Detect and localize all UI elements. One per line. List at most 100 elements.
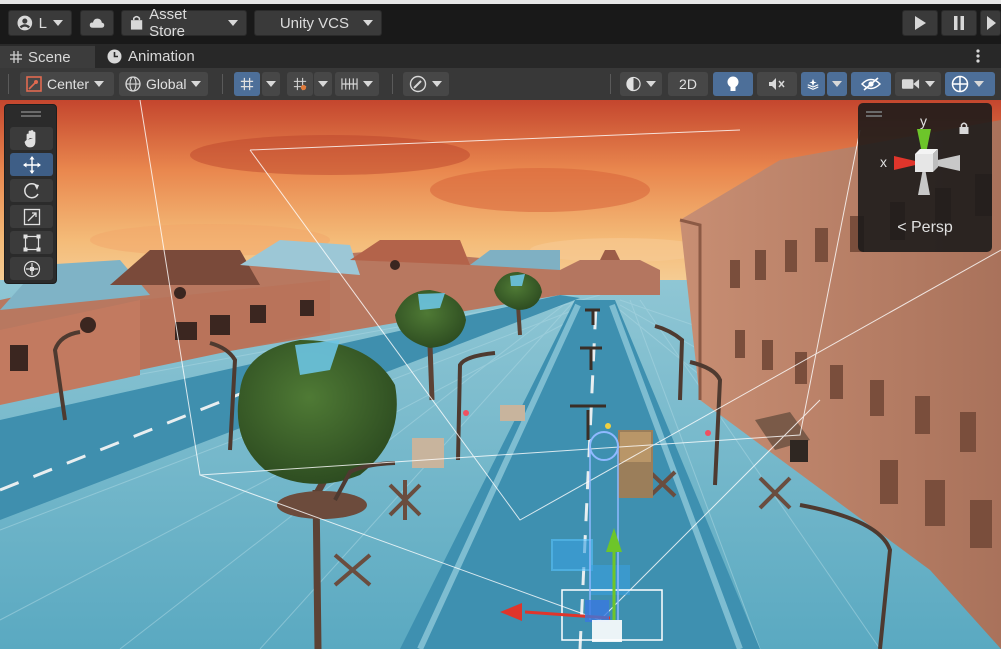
effects-dropdown[interactable] bbox=[827, 72, 847, 96]
video-camera-icon bbox=[901, 79, 920, 89]
rect-transform-icon bbox=[23, 234, 40, 251]
cloud-button[interactable] bbox=[80, 10, 114, 36]
window-edge bbox=[0, 0, 1001, 4]
move-arrows-icon bbox=[22, 155, 41, 174]
chevron-down-icon bbox=[974, 81, 984, 87]
tab-scene-label: Scene bbox=[28, 48, 71, 66]
shopping-bag-icon bbox=[130, 15, 143, 30]
pause-button[interactable] bbox=[941, 10, 977, 36]
chevron-down-icon bbox=[925, 81, 935, 87]
globe-icon bbox=[125, 76, 141, 92]
chevron-down-icon bbox=[646, 81, 656, 87]
drag-handle[interactable] bbox=[866, 111, 882, 113]
scene-render bbox=[0, 100, 1001, 649]
scale-tool-button[interactable] bbox=[10, 205, 53, 228]
chevron-down-icon bbox=[94, 81, 105, 87]
gizmos-dropdown[interactable] bbox=[945, 72, 995, 96]
step-button[interactable] bbox=[980, 10, 1001, 36]
grid-snap-icon bbox=[240, 77, 254, 91]
2d-toggle-button[interactable]: 2D bbox=[668, 72, 708, 96]
divider bbox=[392, 74, 393, 94]
account-dropdown[interactable]: L bbox=[8, 10, 72, 36]
kebab-menu-icon bbox=[976, 49, 980, 63]
projection-label: Persp bbox=[911, 219, 953, 236]
lighting-toggle-button[interactable] bbox=[713, 72, 753, 96]
pivot-dropdown[interactable]: Center bbox=[20, 72, 114, 96]
tab-bar: Scene Animation bbox=[0, 44, 1001, 68]
transform-all-icon bbox=[23, 260, 40, 277]
compass-tool-icon bbox=[409, 75, 427, 93]
gizmo-sphere-icon bbox=[951, 75, 969, 93]
hash-icon bbox=[10, 51, 22, 63]
transform-tools-panel bbox=[4, 104, 57, 284]
audio-toggle-button[interactable] bbox=[757, 72, 797, 96]
rotate-icon bbox=[23, 182, 39, 198]
chevron-down-icon bbox=[266, 81, 276, 87]
axis-gizmo-icon[interactable] bbox=[882, 117, 966, 201]
play-button[interactable] bbox=[902, 10, 938, 36]
increment-snap-button[interactable] bbox=[287, 72, 313, 96]
move-tool-button[interactable] bbox=[10, 153, 53, 176]
chevron-down-icon bbox=[53, 20, 63, 26]
camera-settings-dropdown[interactable] bbox=[895, 72, 941, 96]
unity-vcs-dropdown[interactable]: Unity VCS bbox=[254, 10, 382, 36]
pivot-label: Center bbox=[47, 76, 90, 92]
chevron-down-icon bbox=[191, 81, 202, 87]
increment-snap-dropdown[interactable] bbox=[314, 72, 332, 96]
projection-toggle[interactable]: < Persp bbox=[858, 219, 992, 237]
divider bbox=[610, 74, 611, 94]
orientation-gizmo[interactable]: y x < Persp bbox=[858, 103, 992, 252]
view-tool-button[interactable] bbox=[10, 127, 53, 150]
asset-store-label: Asset Store bbox=[149, 6, 187, 40]
account-label: L bbox=[38, 14, 47, 32]
play-icon bbox=[915, 16, 926, 30]
draw-mode-dropdown[interactable] bbox=[403, 72, 449, 96]
space-label: Global bbox=[146, 76, 187, 92]
lightbulb-icon bbox=[727, 76, 739, 91]
chevron-down-icon bbox=[363, 81, 373, 87]
step-icon bbox=[986, 16, 996, 30]
asset-store-dropdown[interactable]: Asset Store bbox=[121, 6, 247, 40]
chevron-down-icon bbox=[228, 20, 238, 26]
chevron-down-icon bbox=[432, 81, 442, 87]
grid-snap-dropdown[interactable] bbox=[262, 72, 280, 96]
2d-label: 2D bbox=[679, 76, 697, 92]
unity-vcs-label: Unity VCS bbox=[279, 14, 349, 32]
scale-icon bbox=[23, 208, 40, 225]
effects-toggle-button[interactable] bbox=[801, 72, 825, 96]
x-axis-label: x bbox=[880, 154, 887, 170]
tab-animation-label: Animation bbox=[128, 47, 195, 65]
account-icon bbox=[17, 15, 33, 31]
divider bbox=[222, 74, 223, 94]
drag-handle[interactable] bbox=[21, 111, 41, 113]
pause-icon bbox=[954, 16, 964, 30]
effects-layers-icon bbox=[807, 78, 819, 90]
divider bbox=[8, 74, 9, 94]
scene-viewport[interactable] bbox=[0, 100, 1001, 649]
grid-snapping-button[interactable] bbox=[234, 72, 260, 96]
shading-mode-dropdown[interactable] bbox=[620, 72, 662, 96]
hidden-eye-icon bbox=[861, 77, 881, 91]
transform-tool-button[interactable] bbox=[10, 257, 53, 280]
hand-icon bbox=[24, 129, 35, 147]
tab-scene[interactable]: Scene bbox=[0, 44, 95, 68]
rect-tool-button[interactable] bbox=[10, 231, 53, 254]
ruler-grid-icon bbox=[341, 78, 358, 90]
scene-visibility-button[interactable] bbox=[851, 72, 891, 96]
clock-icon bbox=[107, 49, 122, 63]
chevron-down-icon bbox=[363, 20, 373, 26]
chevron-down-icon bbox=[318, 81, 328, 87]
chevron-left-icon: < bbox=[897, 219, 907, 236]
tab-animation[interactable]: Animation bbox=[97, 44, 217, 68]
snap-magnet-icon bbox=[293, 77, 307, 91]
mute-audio-icon bbox=[769, 78, 785, 90]
shaded-sphere-icon bbox=[626, 76, 641, 92]
space-dropdown[interactable]: Global bbox=[119, 72, 208, 96]
grid-visibility-dropdown[interactable] bbox=[335, 72, 379, 96]
y-axis-label: y bbox=[920, 113, 927, 129]
rotate-tool-button[interactable] bbox=[10, 179, 53, 202]
cloud-icon bbox=[89, 18, 105, 28]
chevron-down-icon bbox=[832, 81, 842, 87]
more-menu-button[interactable] bbox=[966, 44, 990, 68]
pivot-center-icon bbox=[26, 76, 42, 92]
